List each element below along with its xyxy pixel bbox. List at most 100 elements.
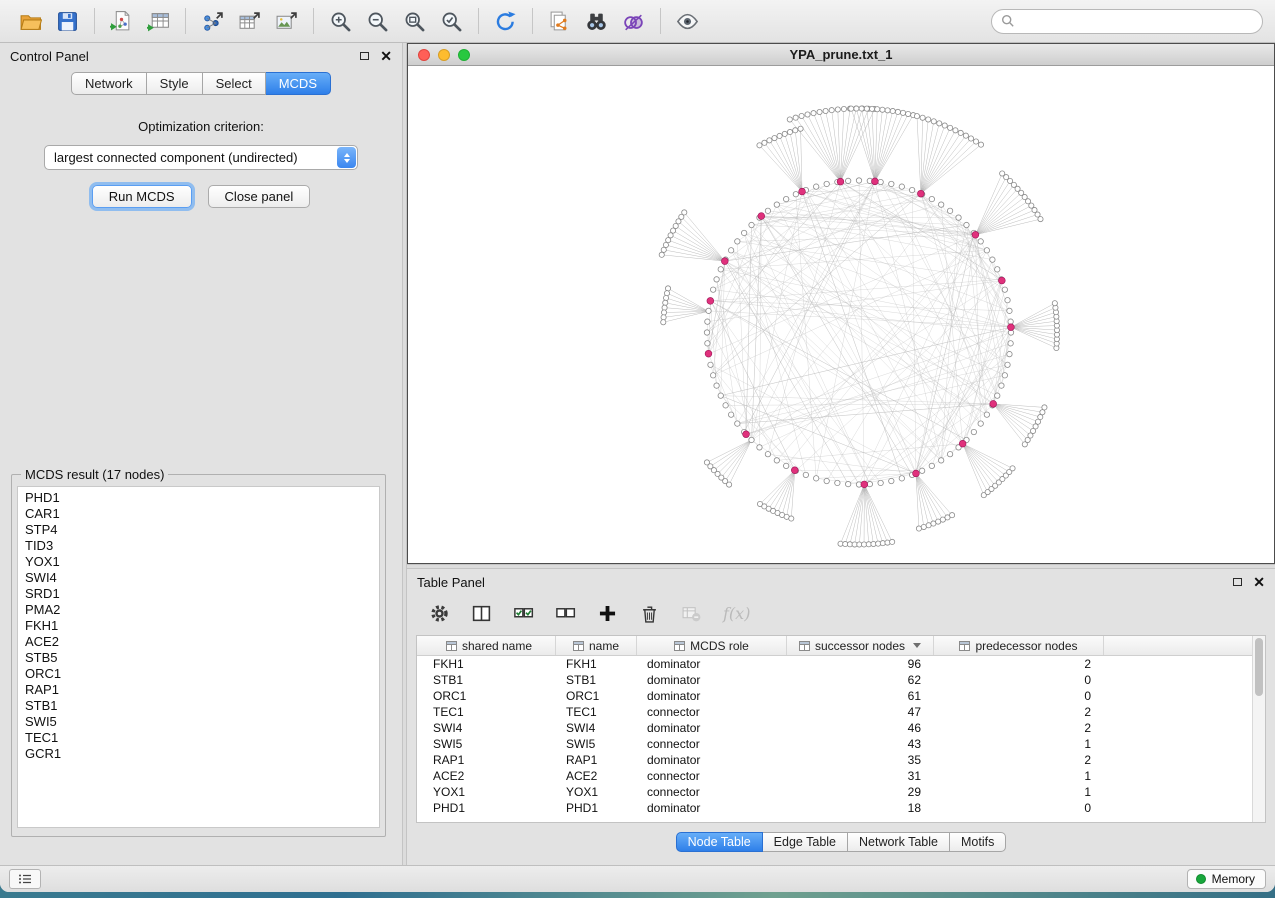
status-menu-button[interactable]	[9, 869, 41, 889]
criterion-dropdown[interactable]: largest connected component (undirected)	[44, 145, 358, 170]
table-row[interactable]: STB1STB1dominator620	[423, 672, 1252, 688]
search-input[interactable]	[1021, 14, 1253, 29]
zoom-selected-button[interactable]	[433, 5, 470, 37]
mcds-result-item[interactable]: ORC1	[25, 666, 379, 682]
show-columns-button[interactable]	[471, 603, 492, 624]
add-column-button[interactable]	[597, 603, 618, 624]
control-panel-header: Control Panel ✕	[0, 43, 402, 69]
mcds-result-item[interactable]: ACE2	[25, 634, 379, 650]
delete-table-button[interactable]	[681, 603, 702, 624]
column-header-name[interactable]: name	[556, 636, 637, 655]
table-panel-title: Table Panel	[417, 575, 485, 590]
column-type-icon	[959, 641, 970, 651]
open-folder-button[interactable]	[12, 5, 49, 37]
tab-node-table[interactable]: Node Table	[676, 832, 763, 852]
scrollbar-thumb[interactable]	[1255, 638, 1263, 696]
share-document-button[interactable]	[541, 5, 578, 37]
zoom-in-button[interactable]	[322, 5, 359, 37]
close-window-icon[interactable]	[418, 49, 430, 61]
zoom-out-button[interactable]	[359, 5, 396, 37]
float-table-panel-icon[interactable]	[1233, 578, 1242, 586]
find-binoculars-button[interactable]	[578, 5, 615, 37]
table-row[interactable]: YOX1YOX1connector291	[423, 784, 1252, 800]
mcds-result-item[interactable]: TEC1	[25, 730, 379, 746]
zoom-fit-button[interactable]	[396, 5, 433, 37]
mcds-result-item[interactable]: CAR1	[25, 506, 379, 522]
mcds-result-item[interactable]: PHD1	[25, 490, 379, 506]
tab-edge-table[interactable]: Edge Table	[763, 832, 848, 852]
memory-label: Memory	[1212, 872, 1255, 886]
mcds-result-item[interactable]: STB5	[25, 650, 379, 666]
table-row[interactable]: TEC1TEC1connector472	[423, 704, 1252, 720]
select-all-checkboxes-button[interactable]	[513, 603, 534, 624]
mcds-result-item[interactable]: YOX1	[25, 554, 379, 570]
close-panel-icon[interactable]: ✕	[380, 51, 392, 61]
cell-mcds-role: dominator	[637, 673, 787, 687]
close-table-panel-icon[interactable]: ✕	[1253, 577, 1265, 587]
table-row[interactable]: PHD1PHD1dominator180	[423, 800, 1252, 816]
tab-style[interactable]: Style	[147, 72, 203, 95]
mcds-result-item[interactable]: GCR1	[25, 746, 379, 762]
delete-columns-button[interactable]	[639, 603, 660, 624]
clear-selection-checkboxes-button[interactable]	[555, 603, 576, 624]
mcds-result-list[interactable]: PHD1CAR1STP4TID3YOX1SWI4SRD1PMA2FKH1ACE2…	[17, 486, 380, 828]
network-canvas[interactable]	[408, 66, 1274, 563]
table-row[interactable]: FKH1FKH1dominator962	[423, 656, 1252, 672]
export-image-button[interactable]	[268, 5, 305, 37]
cell-predecessor-nodes: 0	[934, 673, 1104, 687]
mcds-result-item[interactable]: RAP1	[25, 682, 379, 698]
cell-mcds-role: connector	[637, 769, 787, 783]
mcds-result-item[interactable]: TID3	[25, 538, 379, 554]
memory-button[interactable]: Memory	[1187, 869, 1266, 889]
save-session-button[interactable]	[49, 5, 86, 37]
tab-network[interactable]: Network	[71, 72, 147, 95]
mcds-result-item[interactable]: SWI5	[25, 714, 379, 730]
mcds-result-item[interactable]: SWI4	[25, 570, 379, 586]
network-graph[interactable]	[408, 66, 1274, 563]
table-settings-gear-button[interactable]	[429, 603, 450, 624]
refresh-view-button[interactable]	[487, 5, 524, 37]
import-table-file-button[interactable]	[140, 5, 177, 37]
cell-mcds-role: dominator	[637, 721, 787, 735]
mcds-result-item[interactable]: STP4	[25, 522, 379, 538]
cell-name: ORC1	[556, 689, 637, 703]
cell-successor-nodes: 18	[787, 801, 934, 815]
table-row[interactable]: SWI5SWI5connector431	[423, 736, 1252, 752]
column-header-successor-nodes[interactable]: successor nodes	[787, 636, 934, 655]
column-header-shared-name[interactable]: shared name	[423, 636, 556, 655]
network-titlebar: YPA_prune.txt_1	[408, 44, 1274, 66]
mcds-result-item[interactable]: STB1	[25, 698, 379, 714]
column-header-mcds-role[interactable]: MCDS role	[637, 636, 787, 655]
close-panel-button[interactable]: Close panel	[208, 185, 311, 208]
table-row[interactable]: RAP1RAP1dominator352	[423, 752, 1252, 768]
function-builder-button[interactable]: f(x)	[723, 604, 750, 623]
graphics-details-button[interactable]	[615, 5, 652, 37]
import-network-file-button[interactable]	[103, 5, 140, 37]
run-mcds-button[interactable]: Run MCDS	[92, 185, 192, 208]
tab-select[interactable]: Select	[203, 72, 266, 95]
table-row[interactable]: ACE2ACE2connector311	[423, 768, 1252, 784]
export-network-button[interactable]	[194, 5, 231, 37]
maximize-window-icon[interactable]	[458, 49, 470, 61]
mcds-result-item[interactable]: FKH1	[25, 618, 379, 634]
tab-motifs[interactable]: Motifs	[950, 832, 1006, 852]
table-row[interactable]: ORC1ORC1dominator610	[423, 688, 1252, 704]
toolbar-icon-group	[12, 5, 706, 37]
eye-visibility-button[interactable]	[669, 5, 706, 37]
open-folder-icon	[19, 10, 42, 33]
tab-mcds[interactable]: MCDS	[266, 72, 331, 95]
table-scrollbar[interactable]	[1252, 636, 1265, 822]
column-header-predecessor-nodes[interactable]: predecessor nodes	[934, 636, 1104, 655]
mcds-result-item[interactable]: SRD1	[25, 586, 379, 602]
minimize-window-icon[interactable]	[438, 49, 450, 61]
tab-network-table[interactable]: Network Table	[848, 832, 950, 852]
search-box[interactable]	[991, 9, 1263, 34]
cell-name: YOX1	[556, 785, 637, 799]
float-panel-icon[interactable]	[360, 52, 369, 60]
table-panel: Table Panel ✕ f(x) shared namenameMCDS r…	[407, 569, 1275, 865]
table-row[interactable]: SWI4SWI4dominator462	[423, 720, 1252, 736]
mcds-result-item[interactable]: PMA2	[25, 602, 379, 618]
cell-mcds-role: dominator	[637, 689, 787, 703]
export-table-button[interactable]	[231, 5, 268, 37]
network-window: YPA_prune.txt_1	[407, 43, 1275, 564]
